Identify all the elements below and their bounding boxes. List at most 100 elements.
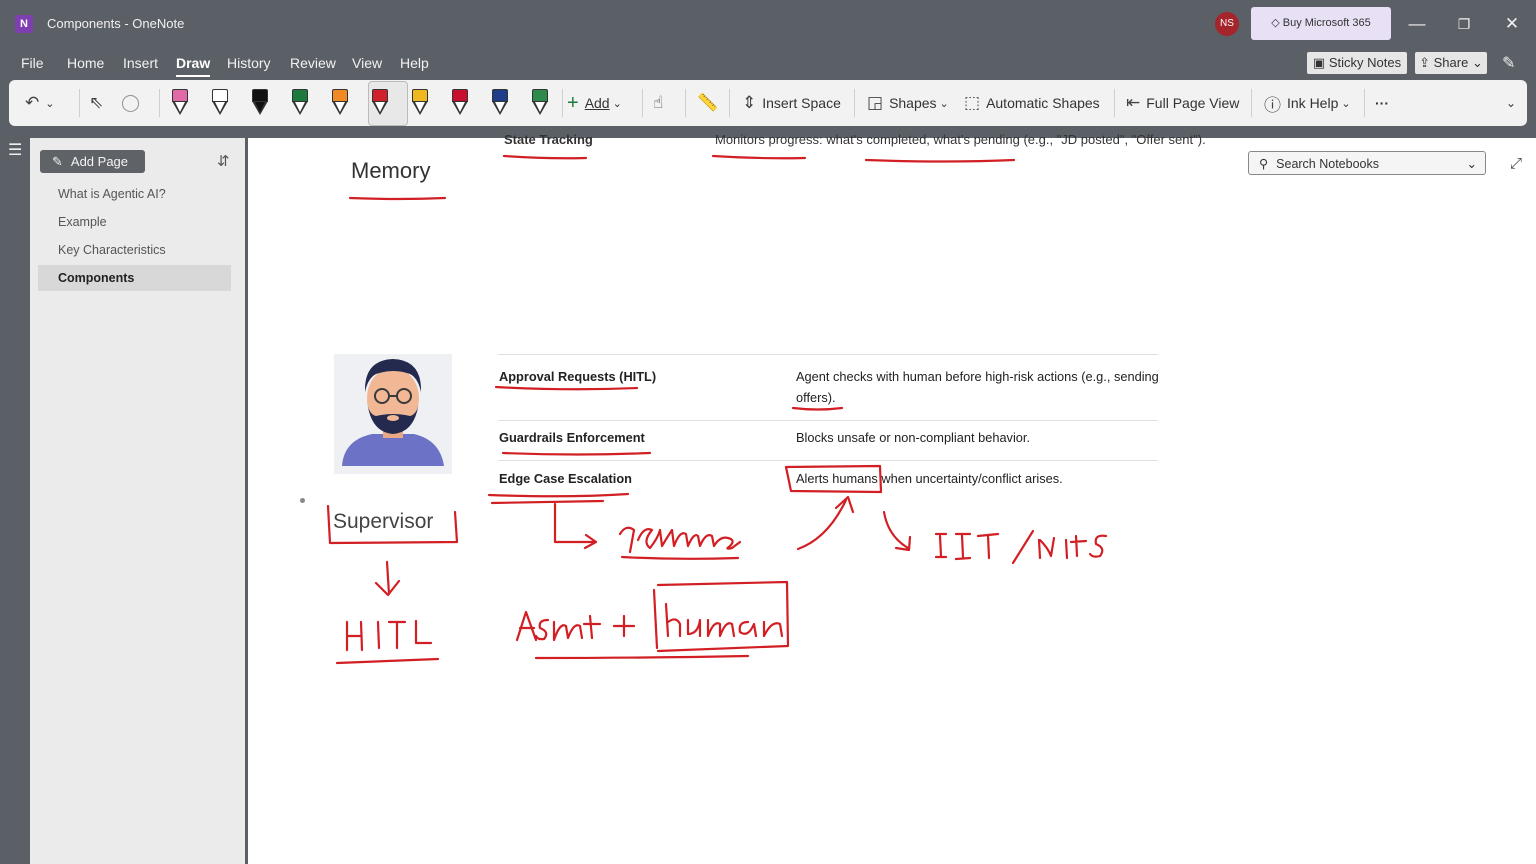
page-item-components[interactable]: Components xyxy=(38,265,231,291)
menu-tabs: File Home Insert Draw History Review Vie… xyxy=(0,48,1536,80)
divider xyxy=(685,89,686,117)
pen-3-button[interactable] xyxy=(248,87,270,119)
table-row-escalation-desc: Alerts humans when uncertainty/conflict … xyxy=(796,471,1063,486)
state-tracking-desc: Monitors progress: what's completed, wha… xyxy=(715,132,1206,147)
ribbon-collapse-chevron-icon[interactable]: ⌄ xyxy=(1506,80,1516,126)
add-page-button[interactable]: ✎ Add Page xyxy=(40,150,145,173)
chevron-down-icon: ⌄ xyxy=(1466,157,1477,171)
automatic-shapes-icon: ⬚ xyxy=(964,93,981,112)
tab-draw[interactable]: Draw xyxy=(176,55,211,77)
divider xyxy=(159,89,160,117)
plus-icon: + xyxy=(567,91,579,114)
chevron-down-icon: ⌄ xyxy=(939,97,949,110)
shapes-icon: ◲ xyxy=(867,93,884,112)
tab-view[interactable]: View xyxy=(352,55,382,71)
divider xyxy=(854,89,855,117)
divider xyxy=(642,89,643,117)
shapes-button[interactable]: ◲ Shapes ⌄ xyxy=(867,80,949,126)
expand-icon[interactable]: ⤢ xyxy=(1510,155,1522,172)
pen-8-button[interactable] xyxy=(448,87,470,119)
memory-heading: Memory xyxy=(351,158,431,183)
pen-10-button[interactable] xyxy=(528,87,550,119)
undo-icon: ↶ xyxy=(25,93,40,112)
tab-help[interactable]: Help xyxy=(400,55,429,71)
page-item-what-is-agentic-ai[interactable]: What is Agentic AI? xyxy=(38,181,231,207)
tab-history[interactable]: History xyxy=(227,55,271,71)
restore-button[interactable]: ❐ xyxy=(1449,10,1479,38)
note-canvas[interactable]: State Tracking Monitors progress: what's… xyxy=(248,132,1536,864)
sticky-note-icon: ▣ xyxy=(1312,55,1329,70)
divider xyxy=(562,89,563,117)
help-circle-icon: ⓘ xyxy=(1264,95,1281,115)
pen-9-button[interactable] xyxy=(488,87,510,119)
supervisor-label: Supervisor xyxy=(333,510,434,533)
bullet-dot xyxy=(300,498,305,503)
table-border xyxy=(498,420,1158,421)
draw-ribbon: ↶ ⌄ ⇖ ◯ + Add ⌄ ☝ 📏 ⇕ Insert Space ◲ Shapes ⌄ … xyxy=(9,80,1527,126)
hamburger-menu-icon[interactable]: ☰ xyxy=(8,140,22,160)
sort-pages-icon[interactable]: ⇵ xyxy=(217,152,230,170)
close-button[interactable]: ✕ xyxy=(1497,10,1527,38)
buy-microsoft-365-button[interactable]: ◇ Buy Microsoft 365 xyxy=(1251,7,1391,40)
chevron-down-icon: ⌄ xyxy=(1468,55,1483,70)
full-page-view-icon: ⇤ xyxy=(1126,93,1141,112)
pen-tip-icon xyxy=(535,102,545,112)
pen-tip-icon xyxy=(495,102,505,112)
insert-space-button[interactable]: ⇕ Insert Space xyxy=(742,80,841,126)
tab-insert[interactable]: Insert xyxy=(123,55,158,71)
pen-tip-icon xyxy=(295,102,305,112)
diamond-icon: ◇ xyxy=(1271,17,1283,29)
ruler-button[interactable]: 📏 xyxy=(697,80,724,126)
page-item-key-characteristics[interactable]: Key Characteristics xyxy=(38,237,231,263)
pen-7-button[interactable] xyxy=(408,87,430,119)
pen-tip-icon xyxy=(175,102,185,112)
pen-tip-icon xyxy=(455,102,465,112)
undo-button[interactable]: ↶ ⌄ xyxy=(25,80,54,126)
pen-4-button[interactable] xyxy=(288,87,310,119)
pen-6-button[interactable] xyxy=(368,87,390,119)
tab-file[interactable]: File xyxy=(21,55,44,71)
window-title: Components - OneNote xyxy=(47,16,185,31)
page-item-example[interactable]: Example xyxy=(38,209,231,235)
title-bar: N Components - OneNote NS ◇ Buy Microsof… xyxy=(0,0,1536,48)
person-illustration-icon xyxy=(342,359,444,466)
table-row-escalation-name: Edge Case Escalation xyxy=(499,471,632,486)
pen-tip-icon xyxy=(375,102,385,112)
select-tool-button[interactable]: ⇖ xyxy=(89,80,109,126)
pages-pane: ✎ Add Page ⇵ What is Agentic AI? Example … xyxy=(30,138,245,864)
lasso-tool-button[interactable]: ◯ xyxy=(121,80,146,126)
pen-2-button[interactable] xyxy=(208,87,230,119)
add-pen-button[interactable]: + Add ⌄ xyxy=(567,80,622,126)
share-icon: ⇪ xyxy=(1419,55,1434,70)
handwritten-ink-layer xyxy=(326,154,1108,665)
ruler-icon: 📏 xyxy=(697,93,719,112)
tab-home[interactable]: Home xyxy=(67,55,104,71)
pen-5-button[interactable] xyxy=(328,87,350,119)
pen-1-button[interactable] xyxy=(168,87,190,119)
table-row-guardrails-name: Guardrails Enforcement xyxy=(499,430,645,445)
search-notebooks-input[interactable]: ⚲ Search Notebooks ⌄ xyxy=(1248,151,1486,175)
pen-tip-icon xyxy=(255,102,265,112)
touch-draw-button[interactable]: ☝ xyxy=(653,80,669,126)
chevron-down-icon: ⌄ xyxy=(612,97,622,110)
table-border xyxy=(498,354,1158,355)
table-row-approval-desc: Agent checks with human before high-risk… xyxy=(796,369,1159,384)
user-avatar[interactable]: NS xyxy=(1215,12,1239,36)
divider xyxy=(1251,89,1252,117)
minimize-button[interactable]: — xyxy=(1402,10,1432,38)
divider xyxy=(1114,89,1115,117)
full-page-view-button[interactable]: ⇤ Full Page View xyxy=(1126,80,1239,126)
table-row-guardrails-desc: Blocks unsafe or non-compliant behavior. xyxy=(796,430,1031,445)
nav-strip xyxy=(0,130,30,864)
table-row-approval-name: Approval Requests (HITL) xyxy=(499,369,657,384)
automatic-shapes-button[interactable]: ⬚ Automatic Shapes xyxy=(964,80,1100,126)
more-options-button[interactable]: ··· xyxy=(1375,80,1389,126)
sticky-notes-button[interactable]: ▣ Sticky Notes xyxy=(1307,52,1407,74)
table-border xyxy=(498,460,1158,461)
pen-feedback-icon[interactable]: ✎ xyxy=(1502,53,1515,73)
pen-tip-icon xyxy=(215,102,225,112)
cursor-arrow-icon: ⇖ xyxy=(89,93,104,112)
ink-help-button[interactable]: ⓘ Ink Help ⌄ xyxy=(1264,80,1351,126)
tab-review[interactable]: Review xyxy=(290,55,336,71)
share-button[interactable]: ⇪ Share ⌄ xyxy=(1415,52,1487,74)
